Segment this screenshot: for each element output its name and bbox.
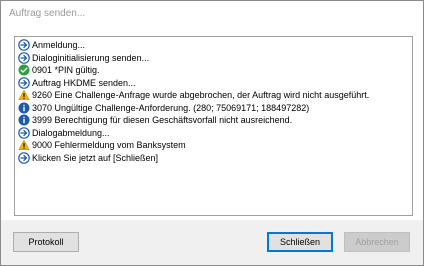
- checkmark-icon: [18, 64, 30, 76]
- warning-icon: [18, 89, 30, 101]
- log-entry-text: Dialoginitialisierung senden...: [32, 52, 150, 63]
- dialog-footer: Protokoll Schließen Abbrechen: [1, 220, 423, 265]
- log-entry: 3070 Ungültige Challenge-Anforderung. (2…: [18, 102, 412, 115]
- log-entry-text: Auftrag HKDME senden...: [32, 77, 136, 88]
- log-entry: 0901 *PIN gültig.: [18, 64, 412, 77]
- log-entry: Dialoginitialisierung senden...: [18, 51, 412, 65]
- log-entry-text: 3070 Ungültige Challenge-Anforderung. (2…: [32, 102, 310, 113]
- log-entry-text: Dialogabmeldung...: [32, 127, 110, 138]
- log-entry: 3999 Berechtigung für diesen Geschäftsvo…: [18, 114, 412, 127]
- arrow-right-icon: [18, 39, 30, 52]
- dialog-window: Auftrag senden... Anmeldung... Dialoginit…: [0, 0, 424, 266]
- log-entry: 9260 Eine Challenge-Anfrage wurde abgebr…: [18, 89, 412, 102]
- log-entry: Anmeldung...: [18, 39, 412, 52]
- arrow-right-icon: [18, 51, 30, 64]
- log-entry: Klicken Sie jetzt auf [Schließen]: [18, 151, 412, 165]
- info-icon: [18, 114, 30, 126]
- log-entry: Dialogabmeldung...: [18, 126, 412, 140]
- log-entry-text: 3999 Berechtigung für diesen Geschäftsvo…: [32, 115, 293, 126]
- arrow-right-icon: [18, 126, 30, 139]
- log-list[interactable]: Anmeldung... Dialoginitialisierung senden…: [14, 36, 413, 216]
- info-icon: [18, 102, 30, 114]
- arrow-right-icon: [18, 76, 30, 89]
- log-entry: 9000 Fehlermeldung vom Banksystem: [18, 139, 412, 152]
- arrow-right-icon: [18, 151, 30, 164]
- log-entry: Auftrag HKDME senden...: [18, 76, 412, 90]
- log-entry-text: 0901 *PIN gültig.: [32, 65, 100, 76]
- schliessen-button[interactable]: Schließen: [267, 232, 333, 252]
- log-entry-text: 9000 Fehlermeldung vom Banksystem: [32, 140, 186, 151]
- log-entry-text: 9260 Eine Challenge-Anfrage wurde abgebr…: [32, 90, 370, 101]
- window-title: Auftrag senden...: [9, 7, 86, 19]
- log-entry-text: Anmeldung...: [32, 40, 86, 51]
- abbrechen-button: Abbrechen: [344, 232, 410, 252]
- log-entry-text: Klicken Sie jetzt auf [Schließen]: [32, 152, 159, 163]
- protokoll-button[interactable]: Protokoll: [13, 232, 79, 252]
- warning-icon: [18, 139, 30, 151]
